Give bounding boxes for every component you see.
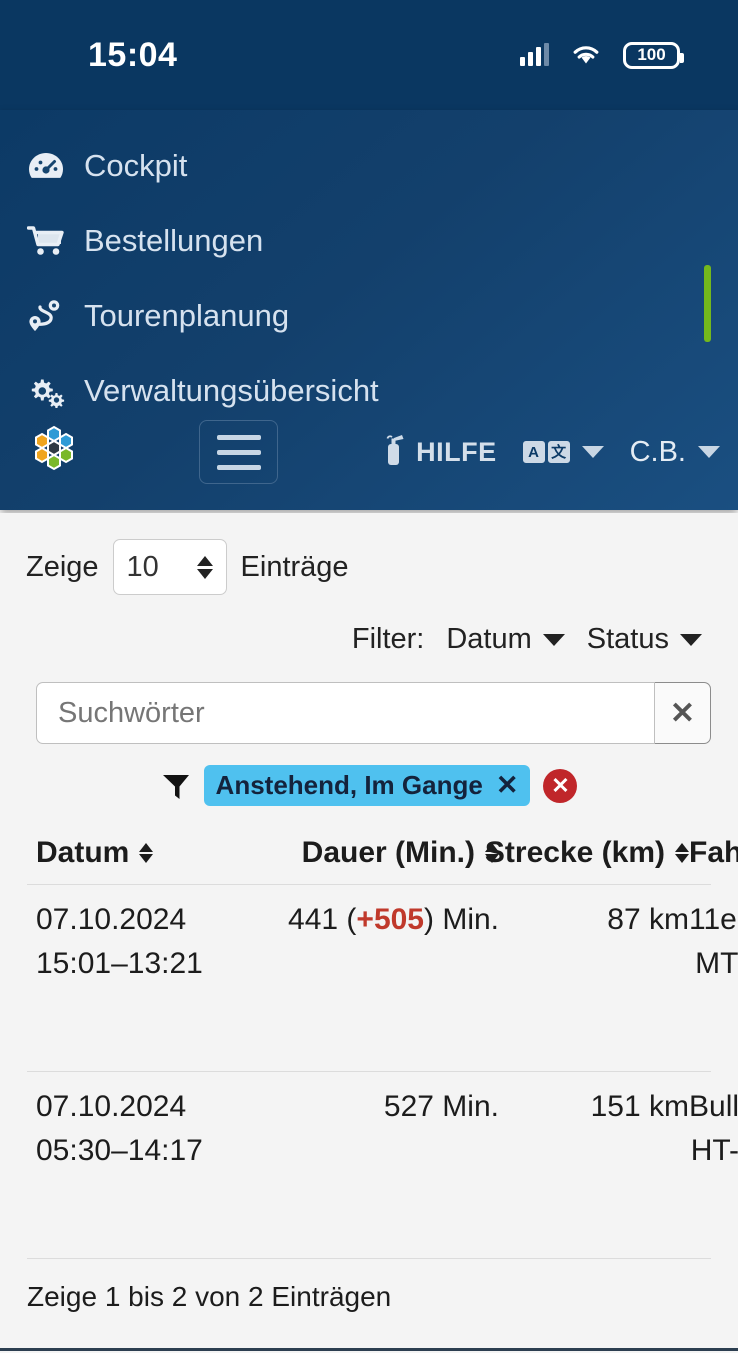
cell-datum: 07.10.2024 05:30–14:17 xyxy=(36,1090,254,1168)
sidebar-item-label: Cockpit xyxy=(84,147,188,183)
filter-datum-dropdown[interactable]: Datum xyxy=(446,623,565,656)
funnel-icon xyxy=(161,772,191,800)
navigation-drawer: Cockpit Bestellungen Tourenplanung Verwa… xyxy=(0,110,738,510)
sidebar-item-cockpit[interactable]: Cockpit xyxy=(0,128,738,203)
cell-dauer: 441 (+505) Min. xyxy=(254,903,499,937)
table-header-row: Datum Dauer (Min.) Strecke (km) Fahr xyxy=(0,830,738,884)
cell-dauer-value: 441 ( xyxy=(288,903,357,936)
filter-label: Filter: xyxy=(351,623,425,655)
active-filter-tag[interactable]: Anstehend, Im Gange ✕ xyxy=(203,765,531,806)
honeycomb-logo-icon[interactable] xyxy=(22,420,86,484)
sidebar-item-label: Bestellungen xyxy=(84,222,264,258)
battery-icon: 100 xyxy=(623,41,684,69)
close-icon[interactable]: ✕ xyxy=(496,770,519,801)
sidebar-item-label: Verwaltungsübersicht xyxy=(84,372,379,408)
user-menu[interactable]: C.B. xyxy=(630,436,720,469)
chevron-down-icon xyxy=(542,633,565,646)
column-header-label: Dauer (Min.) xyxy=(301,836,475,869)
cell-fahrzeug-line2: MT- xyxy=(695,947,738,980)
cell-dauer: 527 Min. xyxy=(254,1090,499,1124)
length-suffix-label: Einträge xyxy=(240,550,349,583)
column-header-label: Strecke (km) xyxy=(484,836,665,869)
page-length-value: 10 xyxy=(126,550,159,583)
filter-status-label: Status xyxy=(586,623,669,655)
search-clear-button[interactable]: ✕ xyxy=(655,682,711,744)
nav-scroll-indicator[interactable] xyxy=(704,265,711,342)
column-header-datum[interactable]: Datum xyxy=(36,836,254,870)
cell-strecke-value: 151 km xyxy=(590,1090,689,1123)
search-row: Suchwörter ✕ xyxy=(0,656,738,744)
cell-fahrzeug-line1: Bull xyxy=(689,1090,738,1123)
sort-icon xyxy=(139,843,154,863)
toolbar-actions: HILFE A 文 C.B. xyxy=(381,433,720,472)
table-row[interactable]: 07.10.2024 05:30–14:17 527 Min. 151 km B… xyxy=(0,1072,738,1258)
sidebar-item-bestellungen[interactable]: Bestellungen xyxy=(0,203,738,278)
sort-icon xyxy=(675,843,689,863)
chevron-down-icon xyxy=(698,446,720,458)
cell-fahrzeug-line2: HT- xyxy=(690,1134,738,1167)
cell-strecke: 151 km xyxy=(499,1090,689,1124)
cell-dauer-value: 527 Min. xyxy=(383,1090,499,1123)
cell-datum: 07.10.2024 15:01–13:21 xyxy=(36,903,254,981)
battery-level: 100 xyxy=(637,45,666,64)
user-initials: C.B. xyxy=(629,435,686,468)
language-selector[interactable]: A 文 xyxy=(522,441,604,463)
cell-fahrzeug: Bull HT- xyxy=(689,1090,738,1168)
cell-dauer-overrun: +505 xyxy=(356,903,424,936)
sidebar-item-label: Tourenplanung xyxy=(84,297,290,333)
table-row[interactable]: 07.10.2024 15:01–13:21 441 (+505) Min. 8… xyxy=(0,885,738,1071)
page-length-select[interactable]: 10 xyxy=(112,539,227,595)
length-prefix-label: Zeige xyxy=(26,550,99,583)
column-header-label: Datum xyxy=(36,836,130,869)
cell-fahrzeug: 11er MT- xyxy=(689,903,738,981)
cell-datum-date: 07.10.2024 xyxy=(36,903,187,936)
column-header-fahrzeug[interactable]: Fahr xyxy=(689,836,738,870)
help-label: HILFE xyxy=(416,436,497,467)
cell-strecke: 87 km xyxy=(499,903,689,937)
filter-status-dropdown[interactable]: Status xyxy=(587,623,702,656)
signal-bars-icon xyxy=(520,43,549,66)
sidebar-item-tourenplanung[interactable]: Tourenplanung xyxy=(0,278,738,353)
bottom-rule xyxy=(0,1348,738,1351)
column-header-strecke[interactable]: Strecke (km) xyxy=(485,836,689,870)
chevron-down-icon xyxy=(581,446,604,458)
column-header-label: Fahr xyxy=(689,836,738,869)
cell-datum-time: 05:30–14:17 xyxy=(36,1134,203,1167)
active-filters: Anstehend, Im Gange ✕ ✕ xyxy=(0,744,738,806)
nav-list: Cockpit Bestellungen Tourenplanung Verwa… xyxy=(0,110,738,428)
mobile-app-screen: 15:04 100 Cockpit Bestellungen Tourenpla… xyxy=(0,0,738,1353)
cell-datum-date: 07.10.2024 xyxy=(36,1090,187,1123)
hamburger-menu-icon[interactable] xyxy=(199,420,278,484)
translate-icon: A 文 xyxy=(522,441,570,463)
chevron-down-icon xyxy=(680,633,702,646)
cell-fahrzeug-line1: 11er xyxy=(689,903,738,936)
status-bar: 15:04 100 xyxy=(0,0,738,110)
help-button[interactable]: HILFE xyxy=(381,433,497,472)
cell-dauer-unit: ) Min. xyxy=(424,903,499,936)
app-toolbar: HILFE A 文 C.B. xyxy=(0,406,738,498)
status-indicators: 100 xyxy=(520,41,684,69)
cell-datum-time: 15:01–13:21 xyxy=(36,947,203,980)
column-header-dauer[interactable]: Dauer (Min.) xyxy=(254,836,499,870)
filter-controls: Filter: Datum Status xyxy=(0,595,738,656)
cell-strecke-value: 87 km xyxy=(607,903,689,936)
clear-all-filters-button[interactable]: ✕ xyxy=(543,768,578,803)
page-length-control: Zeige 10 Einträge xyxy=(0,513,738,595)
results-table: Datum Dauer (Min.) Strecke (km) Fahr xyxy=(0,806,738,1313)
active-filter-tag-label: Anstehend, Im Gange xyxy=(215,770,483,800)
page-content: Zeige 10 Einträge Filter: Datum Status S… xyxy=(0,513,738,1353)
search-input[interactable]: Suchwörter xyxy=(36,682,655,744)
filter-datum-label: Datum xyxy=(446,623,532,655)
status-time: 15:04 xyxy=(88,35,178,74)
gauge-icon xyxy=(26,148,66,184)
route-icon xyxy=(26,298,66,334)
fire-extinguisher-icon xyxy=(381,433,407,472)
gears-icon xyxy=(26,373,66,409)
shopping-cart-icon xyxy=(26,223,66,259)
wifi-icon xyxy=(571,43,601,67)
translate-glyph-a: A xyxy=(522,441,545,463)
translate-glyph-cjk: 文 xyxy=(547,441,570,463)
stepper-arrows-icon xyxy=(196,555,213,579)
table-info: Zeige 1 bis 2 von 2 Einträgen xyxy=(27,1281,392,1312)
